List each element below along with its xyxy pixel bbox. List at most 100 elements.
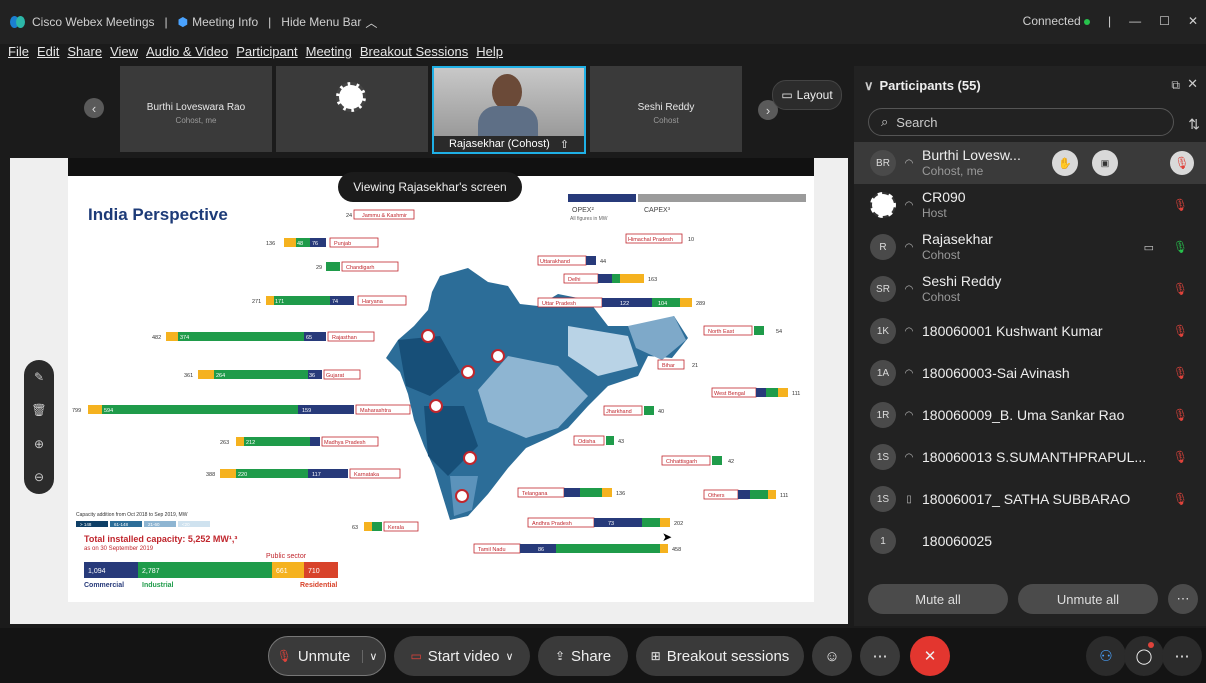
svg-text:CAPEX³: CAPEX³ — [644, 207, 671, 214]
svg-text:136: 136 — [616, 491, 625, 497]
svg-text:Uttar Pradesh: Uttar Pradesh — [542, 301, 576, 307]
thumbnail-host[interactable] — [276, 66, 428, 152]
shared-screen: India Perspective OPEX² CAPEX³ All figur… — [10, 158, 848, 624]
svg-text:Commercial: Commercial — [84, 582, 124, 589]
svg-text:799: 799 — [72, 408, 81, 414]
video-thumbnails: Burthi Loveswara Rao Cohost, me Rajasekh… — [120, 66, 742, 154]
close-panel-icon[interactable]: ✕ — [1187, 76, 1198, 92]
thumbnail-rajasekhar[interactable]: Rajasekhar (Cohost) ⇧ — [432, 66, 586, 154]
reactions-button[interactable]: ☺ — [812, 636, 852, 676]
mic-muted-icon[interactable]: 🎙 — [1173, 450, 1188, 464]
chat-button[interactable]: ◯ — [1124, 636, 1164, 676]
mic-muted-icon[interactable]: 🎙 — [1173, 282, 1188, 296]
participants-icon: ⚇ — [1099, 648, 1113, 665]
mic-muted-icon[interactable]: 🎙 — [1173, 198, 1188, 212]
meeting-info-button[interactable]: ⬢ Meeting Info — [178, 15, 259, 29]
headset-icon: ◠ — [904, 199, 914, 211]
participant-row[interactable]: 1A ◠ 180060003-Sai Avinash 🎙 — [854, 352, 1206, 394]
svg-text:Madhya Pradesh: Madhya Pradesh — [324, 440, 366, 446]
zoom-out-icon[interactable]: ⊖ — [34, 470, 44, 484]
minimize-button[interactable]: — — [1129, 14, 1141, 28]
svg-text:Tamil Nadu: Tamil Nadu — [478, 547, 506, 553]
svg-text:159: 159 — [302, 408, 311, 414]
headset-icon: ◠ — [904, 367, 914, 379]
headset-icon: ◠ — [904, 409, 914, 421]
person-avatar — [492, 74, 522, 110]
menu-breakout-sessions[interactable]: Breakout Sessions — [360, 44, 468, 64]
thumbnail-burthi[interactable]: Burthi Loveswara Rao Cohost, me — [120, 66, 272, 152]
collapse-chevron-icon[interactable]: ∨ — [864, 78, 874, 93]
unmute-button[interactable]: 🎙 Unmute ∨ — [268, 636, 386, 676]
menu-meeting[interactable]: Meeting — [306, 44, 352, 64]
layout-icon: ▭ — [781, 88, 793, 102]
menu-help[interactable]: Help — [476, 44, 503, 64]
menu-file[interactable]: File — [8, 44, 29, 64]
participant-row[interactable]: 1S ▯ 180060017_ SATHA SUBBARAO 🎙 — [854, 478, 1206, 520]
menu-edit[interactable]: Edit — [37, 44, 59, 64]
svg-text:West Bengal: West Bengal — [714, 391, 745, 397]
mute-all-button[interactable]: Mute all — [868, 584, 1008, 614]
svg-text:220: 220 — [238, 472, 247, 478]
panel-more-button[interactable]: ⋯ — [1162, 636, 1202, 676]
participant-search-input[interactable]: ⌕ Search — [868, 108, 1174, 136]
menu-audio-video[interactable]: Audio & Video — [146, 44, 228, 64]
svg-text:264: 264 — [216, 373, 225, 379]
svg-text:212: 212 — [246, 440, 255, 446]
breakout-icon: ⊞ — [650, 649, 661, 663]
svg-text:1,094: 1,094 — [88, 568, 106, 575]
raise-hand-icon[interactable]: ✋ — [1052, 150, 1078, 176]
slide: India Perspective OPEX² CAPEX³ All figur… — [68, 176, 814, 602]
headset-icon: ◠ — [904, 241, 914, 253]
participant-row[interactable]: 1K ◠ 180060001 Kushwant Kumar 🎙 — [854, 310, 1206, 352]
chevron-up-icon: ︿ — [365, 15, 378, 30]
share-button[interactable]: ⇪ Share — [538, 636, 628, 676]
mic-on-icon[interactable]: 🎙 — [1173, 240, 1188, 254]
mic-muted-icon[interactable]: 🎙 — [1173, 366, 1188, 380]
participant-row[interactable]: 1R ◠ 180060009_B. Uma Sankar Rao 🎙 — [854, 394, 1206, 436]
svg-text:271: 271 — [252, 299, 261, 305]
menu-participant[interactable]: Participant — [236, 44, 297, 64]
close-window-button[interactable]: ✕ — [1188, 14, 1198, 28]
chevron-down-icon[interactable]: ∨ — [362, 649, 377, 663]
svg-text:76: 76 — [312, 241, 318, 247]
participant-row[interactable]: BR ◠ Burthi Lovesw... Cohost, me ✋ ▣ 🎙 — [854, 142, 1206, 184]
svg-text:117: 117 — [312, 472, 321, 478]
maximize-button[interactable]: ☐ — [1159, 14, 1170, 28]
more-options-button[interactable]: ⋯ — [1168, 584, 1198, 614]
menu-share[interactable]: Share — [67, 44, 102, 64]
thumbnail-seshi[interactable]: Seshi Reddy Cohost — [590, 66, 742, 152]
hide-menu-bar-button[interactable]: Hide Menu Bar ︿ — [281, 14, 377, 31]
unmute-all-button[interactable]: Unmute all — [1018, 584, 1158, 614]
mic-muted-icon[interactable]: 🎙 — [1173, 492, 1188, 506]
participant-row[interactable]: ◠ CR090 Host 🎙 — [854, 184, 1206, 226]
chevron-down-icon[interactable]: ∨ — [506, 650, 514, 663]
leave-meeting-button[interactable]: ✕ — [910, 636, 950, 676]
svg-text:54: 54 — [776, 329, 782, 335]
cc-icon[interactable]: ▣ — [1092, 150, 1118, 176]
start-video-button[interactable]: ▭ Start video ∨ — [394, 636, 530, 676]
mic-muted-icon[interactable]: 🎙 — [1173, 324, 1188, 338]
participants-toggle-button[interactable]: ⚇ — [1086, 636, 1126, 676]
avatar: 1S — [870, 444, 896, 470]
svg-text:Bihar: Bihar — [662, 363, 675, 369]
trash-icon[interactable]: 🗑 — [31, 403, 46, 417]
svg-text:374: 374 — [180, 335, 189, 341]
sort-icon[interactable]: ⇅ — [1188, 116, 1200, 133]
participant-row[interactable]: R ◠ Rajasekhar Cohost ▭ 🎙 — [854, 226, 1206, 268]
zoom-in-icon[interactable]: ⊕ — [34, 437, 44, 451]
layout-button[interactable]: ▭ Layout — [772, 80, 842, 110]
more-button[interactable]: ⋯ — [860, 636, 900, 676]
participant-row[interactable]: 1 180060025 — [854, 520, 1206, 562]
mic-muted-icon[interactable]: 🎙 — [1173, 408, 1188, 422]
annotate-icon[interactable]: ✎ — [34, 370, 44, 384]
prev-thumbnails-button[interactable]: ‹ — [84, 98, 104, 118]
svg-text:Uttarakhand: Uttarakhand — [540, 259, 570, 265]
participant-row[interactable]: 1S ◠ 180060013 S.SUMANTHPRAPUL... 🎙 — [854, 436, 1206, 478]
popout-icon[interactable]: ⧉ — [1171, 78, 1180, 93]
menu-view[interactable]: View — [110, 44, 138, 64]
svg-text:136: 136 — [266, 241, 275, 247]
more-icon: ⋯ — [872, 648, 888, 665]
participant-row[interactable]: SR ◠ Seshi Reddy Cohost 🎙 — [854, 268, 1206, 310]
breakout-sessions-button[interactable]: ⊞ Breakout sessions — [636, 636, 804, 676]
mic-muted-icon[interactable]: 🎙 — [1170, 151, 1194, 175]
